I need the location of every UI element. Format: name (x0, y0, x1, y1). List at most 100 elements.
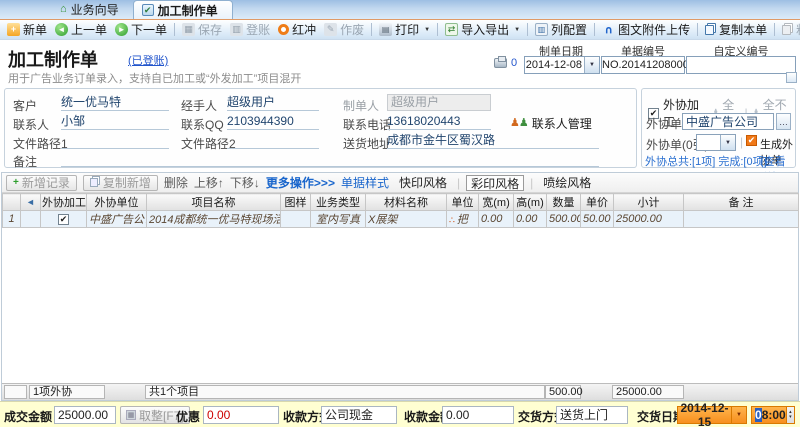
contact-manager-link[interactable]: ♟ ♟ 联系人管理 (510, 115, 592, 132)
file-path2-field[interactable] (227, 133, 319, 149)
col-rownum (2, 193, 21, 211)
customer-label: 客户 (13, 99, 38, 113)
copy-icon (705, 24, 715, 35)
width-cell[interactable]: 0.00 (478, 210, 514, 228)
customer-field[interactable]: 统一优马特 (61, 95, 169, 111)
col-sample[interactable]: 图样 (280, 193, 311, 211)
main-toolbar: + 新单 ◄ 上一单 ► 下一单 ▦ 保存 ▥ 登账 红冲 ✎ 作废 ▤ 打印 ▼ ⇄ 导入导出 ▼… (0, 20, 800, 40)
address-field[interactable]: 成都市金牛区蜀汉路 (387, 133, 599, 149)
toolbar-separator (174, 23, 176, 36)
copy-add-button[interactable]: 复制新增 (82, 174, 158, 191)
new-order-button[interactable]: + 新单 (3, 20, 51, 39)
col-material[interactable]: 材料名称 (365, 193, 447, 211)
order-info-form: 客户 统一优马特 经手人 超级用户 制单人 超级用户 联系人 小邹 联系QQ 2… (4, 88, 637, 169)
attachment-upload-button[interactable]: ∪ 图文附件上传 (598, 20, 694, 39)
col-remark[interactable]: 备 注 (683, 193, 799, 211)
browse-button[interactable]: … (776, 113, 791, 130)
material-cell[interactable]: X展架 (365, 210, 447, 228)
col-outsource[interactable]: 外协加工 (40, 193, 87, 211)
panel-toggle-icon[interactable] (786, 72, 797, 83)
add-record-button[interactable]: + 新增记录 (6, 174, 77, 191)
contact-field[interactable]: 小邹 (61, 114, 169, 130)
window-tabbar: ⌂ 业务向导 ✔ 加工制作单 (0, 0, 800, 20)
print-count-link[interactable]: 0 (494, 56, 517, 69)
outsource-cell[interactable]: ✔ (40, 210, 87, 228)
style-colorprint-tab[interactable]: 彩印风格 (466, 174, 525, 191)
prev-order-button[interactable]: ◄ 上一单 (51, 20, 111, 39)
col-height[interactable]: 高(m) (513, 193, 547, 211)
next-order-button[interactable]: ► 下一单 (111, 20, 171, 39)
note-field[interactable] (61, 151, 599, 167)
note-label: 备注 (13, 155, 38, 169)
tab-business-wizard[interactable]: ⌂ 业务向导 (52, 0, 133, 19)
footer-delivery-group (0, 401, 800, 427)
project-name-cell[interactable]: 2014成都统一优马特现场活动 (146, 210, 281, 228)
toolbar-separator (371, 23, 373, 36)
delete-row-button[interactable]: 删除 (164, 174, 188, 191)
copy-order-button[interactable]: 复制本单 (701, 20, 771, 39)
qq-field[interactable]: 2103944390 (227, 114, 319, 130)
grid-empty-area[interactable] (2, 228, 798, 388)
subtotal-cell[interactable]: 25000.00 (613, 210, 684, 228)
col-width[interactable]: 宽(m) (478, 193, 514, 211)
outsource-count-box: 1项外协 (29, 385, 105, 399)
col-outsource-unit[interactable]: 外协单位 (86, 193, 147, 211)
outsourcing-panel: ✔ 外协加工 ♟全选 | ♟全不选 外协单位 中盛广告公司 … 外协单(0张) … (641, 88, 796, 184)
col-biz-type[interactable]: 业务类型 (310, 193, 366, 211)
save-button[interactable]: ▦ 保存 (178, 20, 226, 39)
height-cell[interactable]: 0.00 (513, 210, 547, 228)
style-quickprint-tab[interactable]: 快印风格 (395, 175, 451, 191)
toolbar-separator (697, 23, 699, 36)
posted-status-link[interactable]: (已登账) (128, 52, 168, 68)
style-spray-tab[interactable]: 喷绘风格 (539, 175, 595, 191)
move-up-button[interactable]: 上移↑ (194, 174, 224, 191)
col-insert[interactable]: ◄ (20, 193, 41, 211)
order-no-field[interactable]: NO.201412080001 (601, 56, 695, 74)
chevron-down-icon[interactable]: ▼ (584, 57, 599, 73)
red-ring-icon (278, 24, 290, 35)
project-count-box: 共1个项目 (145, 385, 545, 399)
remark-cell[interactable] (683, 210, 799, 228)
tab-processing-order[interactable]: ✔ 加工制作单 (132, 0, 233, 19)
row-outsource-checkbox[interactable]: ✔ (58, 214, 69, 225)
col-project-name[interactable]: 项目名称 (146, 193, 281, 211)
paste-screenshot-button[interactable]: 粘贴截图 (778, 20, 800, 39)
red-reverse-button[interactable]: 红冲 (274, 20, 320, 39)
chevron-down-icon[interactable]: ▼ (720, 135, 735, 150)
col-uom[interactable]: 单位 (446, 193, 479, 211)
column-config-button[interactable]: ▥ 列配置 (531, 20, 591, 39)
more-actions-link[interactable]: 更多操作>>> (266, 174, 335, 191)
summary-bar: 1项外协 共1个项目 500.00 25000.00 (2, 383, 798, 400)
outsource-unit-field[interactable]: 中盛广告公司 (682, 113, 774, 130)
biz-type-cell[interactable]: 室内写真 (310, 210, 366, 228)
post-account-button[interactable]: ▥ 登账 (226, 20, 274, 39)
col-subtotal[interactable]: 小计 (613, 193, 684, 211)
items-table: ◄ 外协加工 外协单位 项目名称 图样 业务类型 材料名称 单位 宽(m) 高(… (2, 193, 799, 228)
doc-style-link[interactable]: 单据样式 (341, 174, 389, 191)
col-price[interactable]: 单价 (580, 193, 614, 211)
file-path1-field[interactable] (61, 133, 169, 149)
qty-cell[interactable]: 500.00 (546, 210, 581, 228)
import-export-button[interactable]: ⇄ 导入导出 ▼ (441, 20, 524, 39)
ledger-icon: ▥ (230, 23, 244, 36)
row-number-cell: 1 (2, 210, 21, 228)
order-date-combo[interactable]: 2014-12-08 ▼ (524, 56, 600, 74)
outsource-unit-cell[interactable]: 中盛广告公司 (86, 210, 147, 228)
move-down-button[interactable]: 下移↓ (230, 174, 260, 191)
sample-cell[interactable] (280, 210, 311, 228)
custom-no-input[interactable] (686, 56, 796, 74)
print-button[interactable]: ▤ 打印 ▼ (375, 20, 434, 39)
col-qty[interactable]: 数量 (546, 193, 581, 211)
outsource-order-combo[interactable]: ▼ (696, 134, 736, 151)
table-header-row: ◄ 外协加工 外协单位 项目名称 图样 业务类型 材料名称 单位 宽(m) 高(… (2, 193, 799, 211)
void-button[interactable]: ✎ 作废 (320, 20, 368, 39)
insert-cell[interactable] (20, 210, 41, 228)
uom-cell[interactable]: ∴ 把 (446, 210, 479, 228)
toolbar-separator (527, 23, 529, 36)
items-grid-area: + 新增记录 复制新增 删除 上移↑ 下移↓ 更多操作>>> 单据样式 快印风格 … (1, 172, 799, 401)
price-cell[interactable]: 50.00 (580, 210, 614, 228)
table-row[interactable]: 1 ✔ 中盛广告公司 2014成都统一优马特现场活动 室内写真 X展架 ∴把 0… (2, 210, 799, 228)
phone-field[interactable]: 13618020443 (387, 114, 491, 130)
handler-field[interactable]: 超级用户 (227, 95, 319, 111)
generate-checkbox[interactable]: ✔ (746, 135, 757, 146)
